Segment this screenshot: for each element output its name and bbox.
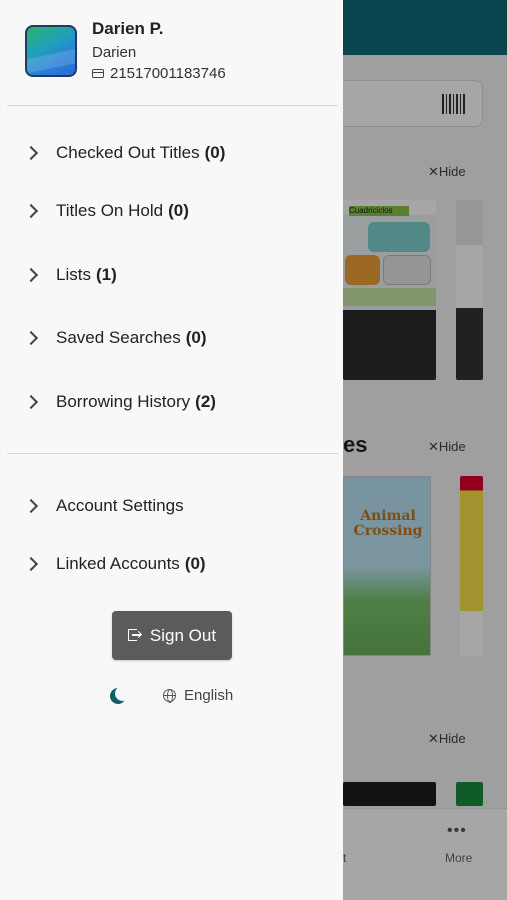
menu-item-borrowing-history[interactable]: Borrowing History (2) [23,387,325,417]
profile-library: Darien [92,44,137,61]
avatar [25,25,77,77]
menu-item-label: Borrowing History [56,392,191,411]
chevron-right-icon [23,267,39,283]
card-icon [92,69,104,78]
chevron-right-icon [23,394,39,410]
menu-item-linked-accounts[interactable]: Linked Accounts (0) [23,549,325,579]
card-number: 21517001183746 [110,65,226,82]
dark-mode-toggle-moon-icon[interactable] [110,686,130,704]
menu-item-holds[interactable]: Titles On Hold (0) [23,196,325,226]
sign-out-button[interactable]: Sign Out [112,611,232,660]
menu-item-label: Saved Searches [56,328,181,347]
menu-item-checked-out[interactable]: Checked Out Titles (0) [23,138,325,168]
chevron-right-icon [23,498,39,514]
menu-item-count: (1) [95,265,117,284]
menu-item-label: Linked Accounts [56,554,180,573]
menu-item-count: (2) [195,392,216,411]
profile-name: Darien P. [92,19,164,38]
menu-item-count: (0) [184,554,206,573]
menu-item-label: Lists [56,265,91,284]
divider [7,453,338,454]
profile-header: Darien P. Darien 21517001183746 [25,18,325,88]
sign-out-label: Sign Out [149,625,217,645]
divider [7,105,338,106]
globe-icon [163,689,176,703]
chevron-right-icon [23,145,39,161]
chevron-right-icon [23,203,39,219]
menu-item-account-settings[interactable]: Account Settings [23,491,325,521]
menu-item-label: Titles On Hold [56,201,164,220]
menu-item-label: Account Settings [56,496,184,515]
sign-out-icon [127,629,141,642]
language-label: English [184,687,234,704]
library-card: 21517001183746 [92,65,226,82]
menu-item-count: (0) [185,328,207,347]
menu-item-label: Checked Out Titles [56,143,200,162]
menu-item-lists[interactable]: Lists (1) [23,260,325,290]
menu-item-saved-searches[interactable]: Saved Searches (0) [23,323,325,353]
account-drawer: Darien P. Darien 21517001183746 Checked … [0,0,343,900]
menu-item-count: (0) [168,201,189,220]
chevron-right-icon [23,330,39,346]
chevron-right-icon [23,556,39,572]
language-selector[interactable]: English [163,687,233,704]
menu-item-count: (0) [204,143,226,162]
